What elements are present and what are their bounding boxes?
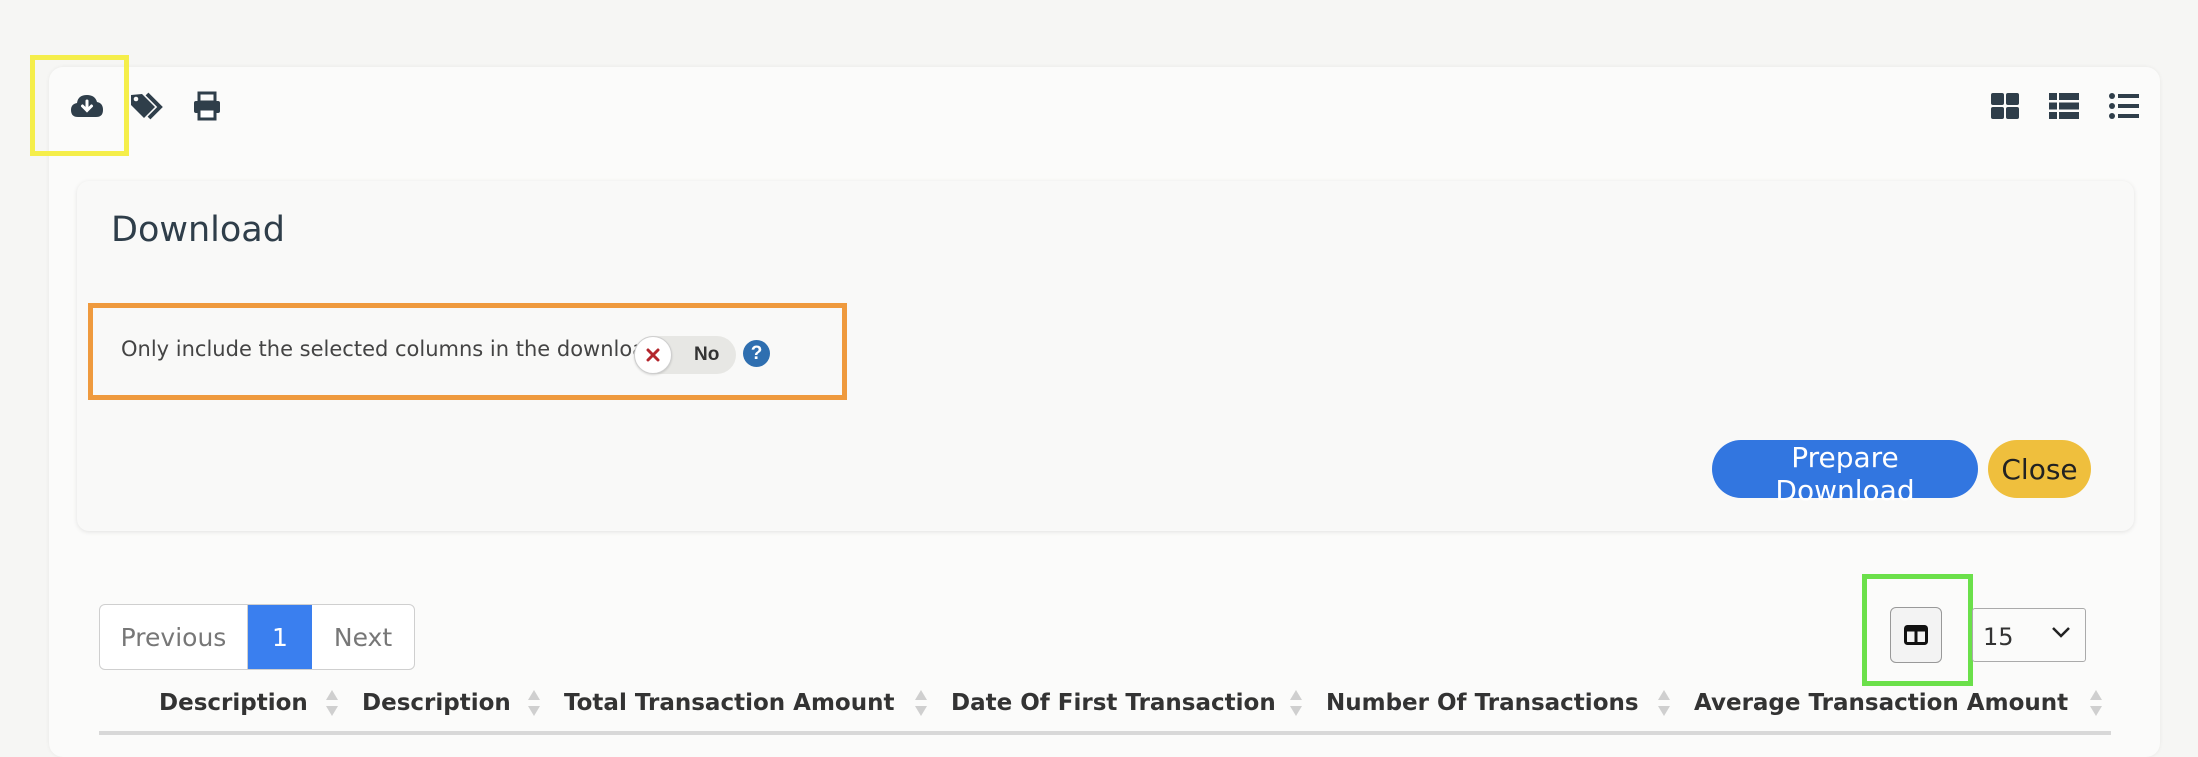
pagination: Previous 1 Next [99,604,415,670]
column-header[interactable]: Average Transaction Amount [1694,690,2068,716]
page-size-value: 15 [1983,623,2014,651]
next-page-button[interactable]: Next [312,605,414,669]
chevron-down-icon [2051,625,2071,644]
sort-icon[interactable] [914,688,928,723]
x-icon [634,336,672,374]
sort-icon[interactable] [325,688,339,723]
columns-icon [1904,625,1928,645]
help-icon[interactable]: ? [743,340,770,367]
selected-columns-toggle[interactable]: No [634,336,736,374]
panel-title: Download [111,210,285,250]
column-visibility-button[interactable] [1890,607,1942,663]
column-header[interactable]: Number Of Transactions [1326,690,1639,716]
toggle-value: No [694,344,720,365]
column-header[interactable]: Total Transaction Amount [564,690,894,716]
page-1-button[interactable]: 1 [248,605,312,669]
close-button[interactable]: Close [1988,440,2091,498]
column-header[interactable]: Date Of First Transaction [951,690,1276,716]
page-size-select[interactable]: 15 [1972,608,2086,662]
sort-icon[interactable] [2089,688,2103,723]
sort-icon[interactable] [1289,688,1303,723]
column-header[interactable]: Description [159,690,308,716]
column-header[interactable]: Description [362,690,511,716]
detail-list-icon[interactable] [2104,86,2144,126]
print-icon[interactable] [187,86,227,126]
sort-icon[interactable] [527,688,541,723]
grid-view-icon[interactable] [1985,86,2025,126]
tags-icon[interactable] [127,86,167,126]
table-header: Description Description Total Transactio… [99,676,2111,735]
previous-page-button[interactable]: Previous [100,605,248,669]
prepare-download-button[interactable]: Prepare Download [1712,440,1978,507]
selected-columns-label: Only include the selected columns in the… [121,337,659,361]
sort-icon[interactable] [1657,688,1671,723]
highlight-download-icon [30,55,129,156]
list-view-icon[interactable] [2044,86,2084,126]
